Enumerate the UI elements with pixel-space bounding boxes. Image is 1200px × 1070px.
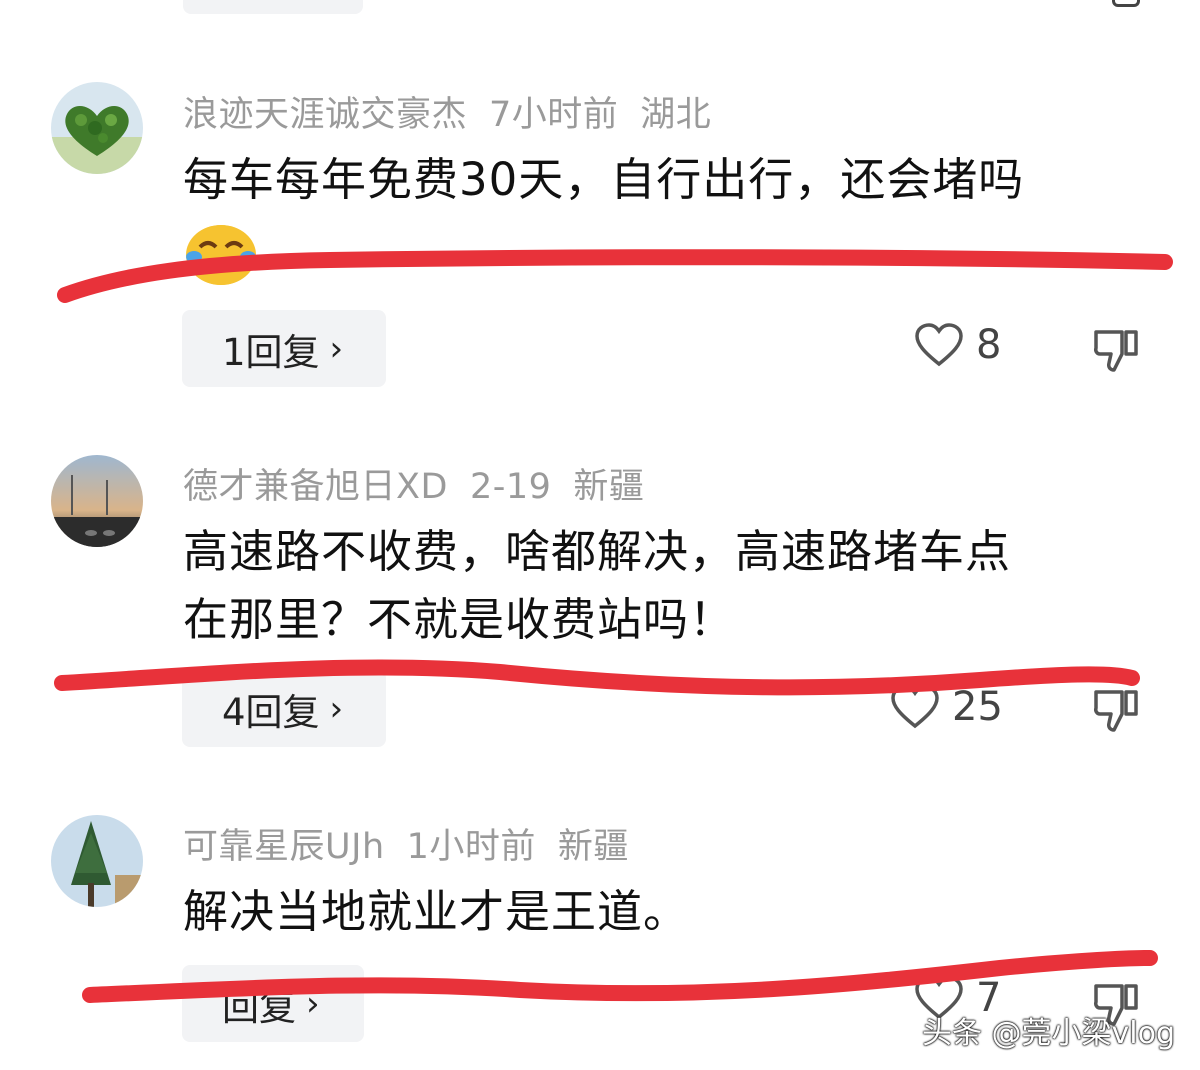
comment-text-line: 在那里？不就是收费站吗！	[183, 593, 736, 646]
comment-text: 高速路不收费，啥都解决，高速路堵车点 在那里？不就是收费站吗！	[183, 518, 1143, 654]
comment-text-line: 高速路不收费，啥都解决，高速路堵车点	[183, 525, 1012, 578]
laughing-crying-emoji	[186, 225, 256, 285]
pine-tree-avatar	[51, 815, 143, 907]
previous-dislike-icon[interactable]	[1112, 0, 1140, 7]
timestamp: 1小时前	[406, 827, 536, 867]
location: 新疆	[573, 467, 645, 507]
like-count: 8	[976, 322, 1002, 368]
replies-button[interactable]: 4回复 ›	[182, 670, 386, 747]
replies-label: 4回复	[222, 690, 320, 734]
previous-reply-button[interactable]	[183, 0, 363, 14]
username[interactable]: 浪迹天涯诚交豪杰	[183, 95, 467, 135]
comment-text: 解决当地就业才是王道。	[183, 885, 690, 938]
timestamp: 2-19	[469, 467, 552, 507]
like-button[interactable]: 25	[890, 684, 1003, 730]
location: 湖北	[640, 95, 712, 135]
like-button[interactable]: 8	[914, 322, 1001, 368]
username[interactable]: 德才兼备旭日XD	[183, 467, 448, 507]
highway-sunset-avatar	[51, 455, 143, 547]
location: 新疆	[557, 827, 629, 867]
avatar[interactable]	[51, 815, 143, 907]
chevron-right-icon: ›	[329, 688, 344, 729]
like-count: 25	[952, 684, 1003, 730]
comment-meta: 德才兼备旭日XD 2-19 新疆	[183, 458, 666, 509]
thumbs-down-icon	[1094, 690, 1138, 732]
replies-label: 1回复	[222, 330, 320, 374]
heart-shaped-forest-avatar	[51, 82, 143, 174]
comment-meta: 可靠星辰UJh 1小时前 新疆	[183, 818, 651, 869]
timestamp: 7小时前	[489, 95, 619, 135]
heart-outline-icon	[915, 323, 963, 367]
username[interactable]: 可靠星辰UJh	[183, 827, 385, 867]
replies-button[interactable]: 1回复 ›	[182, 310, 386, 387]
heart-outline-icon	[891, 685, 939, 729]
chevron-right-icon: ›	[306, 983, 320, 1024]
avatar[interactable]	[51, 455, 143, 547]
chevron-right-icon: ›	[329, 328, 344, 369]
avatar[interactable]	[51, 82, 143, 174]
thumbs-down-icon	[1094, 330, 1138, 372]
dislike-button[interactable]	[1092, 326, 1140, 378]
replies-label: 回复	[222, 985, 296, 1029]
watermark: 头条 @莞小梁vlog	[922, 1016, 1176, 1051]
dislike-button[interactable]	[1092, 686, 1140, 738]
comment-text: 每车每年免费30天，自行出行，还会堵吗	[183, 153, 1025, 206]
comment-meta: 浪迹天涯诚交豪杰 7小时前 湖北	[183, 86, 733, 137]
replies-button[interactable]: 回复 ›	[182, 965, 364, 1042]
